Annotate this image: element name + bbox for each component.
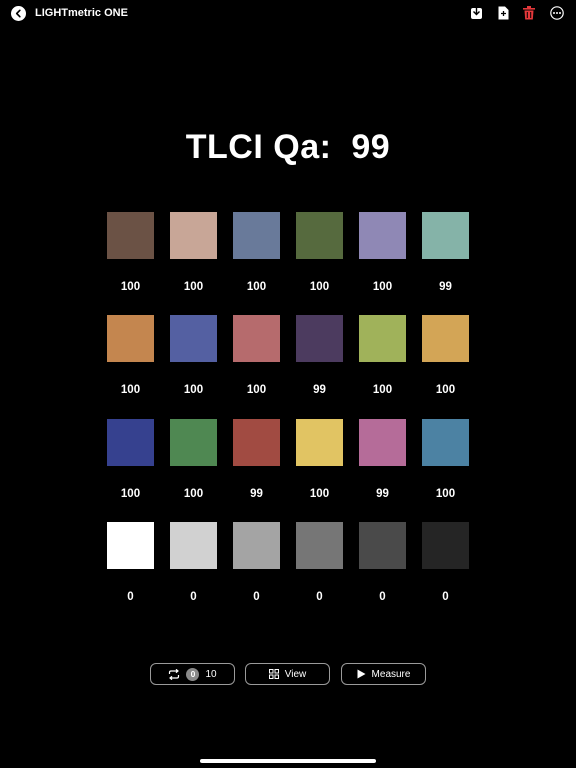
swatch-score: 100 bbox=[120, 384, 141, 396]
swatch-score: 99 bbox=[439, 281, 452, 293]
measure-button[interactable]: Measure bbox=[341, 663, 426, 685]
repeat-button[interactable]: 0 10 bbox=[150, 663, 235, 685]
color-swatch bbox=[170, 419, 217, 466]
color-swatch bbox=[170, 315, 217, 362]
color-swatch bbox=[422, 315, 469, 362]
swatch-score: 99 bbox=[313, 384, 326, 396]
play-icon bbox=[357, 669, 366, 679]
color-swatch bbox=[359, 419, 406, 466]
swatch-score: 100 bbox=[435, 384, 456, 396]
swatch-score: 100 bbox=[435, 488, 456, 500]
swatch-score: 100 bbox=[246, 384, 267, 396]
swatch-score: 0 bbox=[127, 591, 134, 603]
color-swatch bbox=[233, 212, 280, 259]
swatch-score: 100 bbox=[246, 281, 267, 293]
swatch-score: 100 bbox=[372, 384, 393, 396]
swatch-score: 0 bbox=[190, 591, 197, 603]
color-swatch bbox=[107, 212, 154, 259]
color-swatch bbox=[359, 315, 406, 362]
repeat-count: 10 bbox=[205, 668, 217, 680]
swatch-score: 99 bbox=[376, 488, 389, 500]
color-swatch bbox=[233, 315, 280, 362]
color-swatch bbox=[422, 212, 469, 259]
swatch-score: 99 bbox=[250, 488, 263, 500]
color-swatch bbox=[107, 315, 154, 362]
swatch-score: 100 bbox=[309, 281, 330, 293]
color-swatch bbox=[296, 212, 343, 259]
color-swatch bbox=[107, 522, 154, 569]
color-swatch bbox=[233, 522, 280, 569]
view-label: View bbox=[284, 668, 307, 680]
swatch-score: 0 bbox=[442, 591, 449, 603]
home-indicator bbox=[200, 759, 376, 763]
color-swatch bbox=[296, 522, 343, 569]
swatch-score: 100 bbox=[183, 281, 204, 293]
color-swatch bbox=[170, 522, 217, 569]
view-button[interactable]: View bbox=[245, 663, 330, 685]
grid-icon bbox=[268, 669, 279, 679]
bottom-controls: 0 10 View Measure bbox=[0, 663, 576, 687]
measure-label: Measure bbox=[371, 668, 411, 680]
swatch-score: 0 bbox=[379, 591, 386, 603]
swatch-score: 100 bbox=[372, 281, 393, 293]
swatch-score: 0 bbox=[253, 591, 260, 603]
swatch-score: 100 bbox=[120, 281, 141, 293]
swatch-score: 100 bbox=[309, 488, 330, 500]
color-swatch bbox=[422, 419, 469, 466]
swatch-score: 0 bbox=[316, 591, 323, 603]
color-swatch bbox=[296, 315, 343, 362]
swatch-score: 100 bbox=[183, 384, 204, 396]
swatch-score: 100 bbox=[183, 488, 204, 500]
color-swatch bbox=[233, 419, 280, 466]
color-swatch bbox=[170, 212, 217, 259]
color-swatch bbox=[422, 522, 469, 569]
repeat-badge: 0 bbox=[186, 667, 200, 681]
swatch-score: 100 bbox=[120, 488, 141, 500]
repeat-icon bbox=[169, 668, 180, 680]
color-swatch bbox=[359, 522, 406, 569]
color-swatch bbox=[359, 212, 406, 259]
color-swatch-grid: 100 100 100 100 100 99 100 100 100 99 100 100 100 100… bbox=[0, 0, 576, 640]
color-swatch bbox=[296, 419, 343, 466]
color-swatch bbox=[107, 419, 154, 466]
